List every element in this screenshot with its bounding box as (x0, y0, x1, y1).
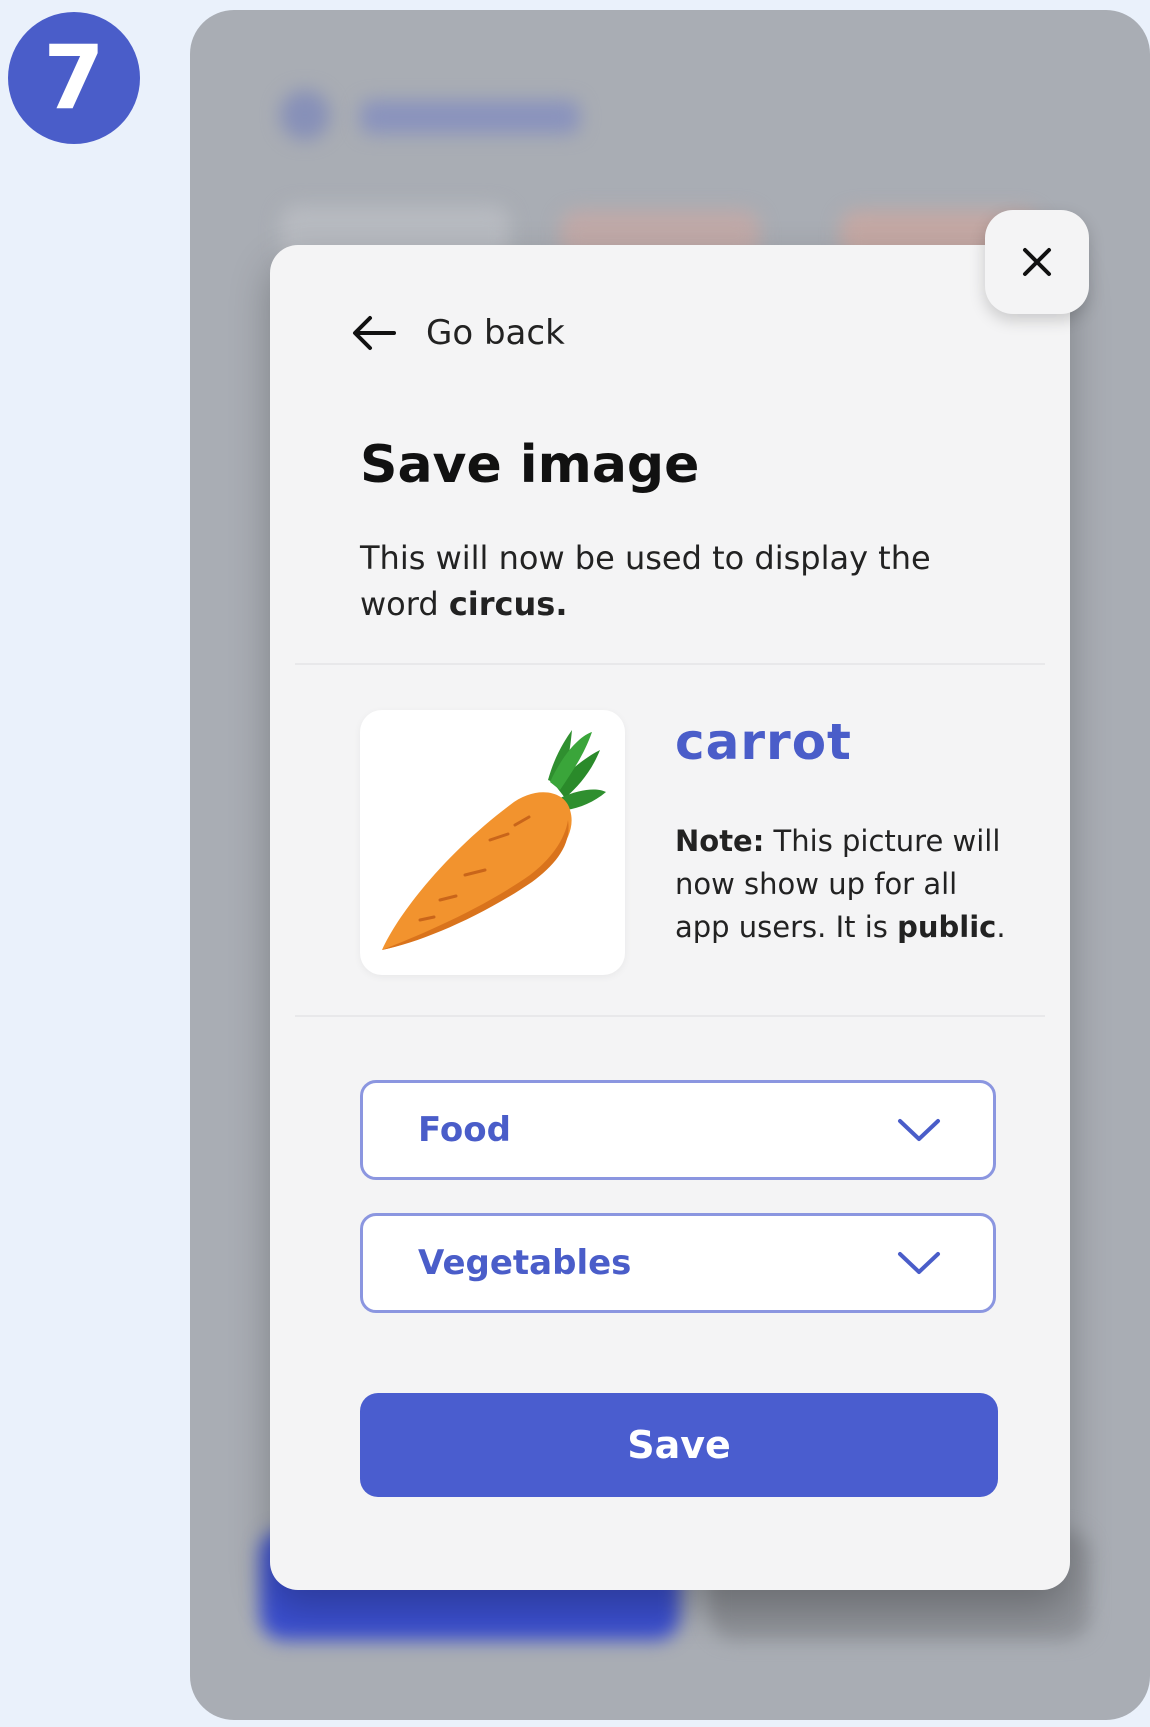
save-button[interactable]: Save (360, 1393, 998, 1497)
description-text: This will now be used to display the wor… (360, 539, 931, 623)
save-image-modal: Go back Save image This will now be used… (270, 245, 1070, 1590)
divider (295, 1015, 1045, 1017)
subcategory-select-value: Vegetables (418, 1243, 632, 1283)
close-icon (1023, 248, 1051, 276)
image-word: carrot (675, 713, 852, 771)
step-number-badge: 7 (8, 12, 140, 144)
category-select[interactable]: Food (360, 1080, 996, 1180)
background-icon (280, 90, 330, 140)
modal-description: This will now be used to display the wor… (360, 535, 980, 627)
background-title (360, 100, 580, 134)
divider (295, 663, 1045, 665)
chevron-down-icon (898, 1119, 940, 1141)
close-button[interactable] (985, 210, 1089, 314)
chevron-down-icon (898, 1252, 940, 1274)
category-select-value: Food (418, 1110, 511, 1150)
public-note: Note: This picture will now show up for … (675, 820, 1015, 949)
modal-title: Save image (360, 435, 700, 495)
arrow-left-icon (353, 316, 396, 350)
description-word: circus. (448, 585, 568, 623)
note-label: Note: (675, 824, 765, 858)
carrot-illustration (382, 730, 606, 950)
subcategory-select[interactable]: Vegetables (360, 1213, 996, 1313)
note-emphasis: public (897, 910, 997, 944)
note-end: . (996, 910, 1006, 944)
go-back-button[interactable]: Go back (350, 313, 565, 353)
go-back-label: Go back (426, 313, 565, 353)
image-thumbnail (360, 710, 625, 975)
